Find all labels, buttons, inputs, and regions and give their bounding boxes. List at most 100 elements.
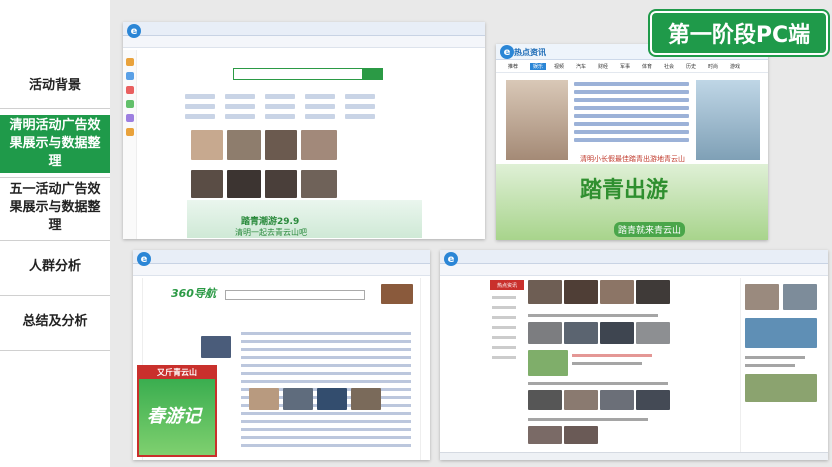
app-icon bbox=[126, 58, 134, 66]
screenshot-360-nav: e 360导航 又斤青云山 春游记 bbox=[133, 250, 430, 460]
ad-banner-title: 踏青潮游29.9 bbox=[241, 217, 300, 227]
ad-popup-title: 春游记 bbox=[147, 406, 201, 427]
sidebar-item-label: 活动背景 bbox=[28, 78, 81, 93]
divider bbox=[0, 177, 110, 178]
news-photo[interactable] bbox=[351, 388, 381, 410]
news-photo[interactable] bbox=[528, 390, 562, 410]
news-photo[interactable] bbox=[528, 280, 562, 304]
ad-text bbox=[572, 362, 642, 365]
sidebar-item-audience[interactable]: 人群分析 bbox=[0, 256, 110, 278]
browser-tabbar bbox=[133, 250, 430, 264]
news-photo[interactable] bbox=[564, 426, 598, 444]
news-photo[interactable] bbox=[249, 388, 279, 410]
news-photo[interactable] bbox=[745, 318, 817, 348]
nav-link[interactable] bbox=[492, 326, 516, 329]
tab-history[interactable]: 历史 bbox=[686, 63, 696, 70]
news-photo[interactable] bbox=[564, 390, 598, 410]
sidebar-item-wuyi[interactable]: 五一活动广告效果展示与数据整理 bbox=[0, 180, 110, 236]
nav-link[interactable] bbox=[492, 306, 516, 309]
app-icon bbox=[126, 128, 134, 136]
news-headline[interactable] bbox=[745, 364, 795, 367]
news-photo[interactable] bbox=[600, 280, 634, 304]
news-photo[interactable] bbox=[265, 170, 297, 198]
browser-tabbar bbox=[440, 250, 828, 264]
screenshot-browser-homepage: e 踏青潮游29.9 清明一起去青云山吧 bbox=[123, 22, 485, 239]
sidebar-item-background[interactable]: 活动背景 bbox=[0, 68, 110, 104]
nav-link[interactable] bbox=[492, 296, 516, 299]
search-input[interactable] bbox=[225, 290, 365, 300]
ad-headline[interactable] bbox=[572, 354, 652, 357]
news-photo[interactable] bbox=[506, 80, 568, 160]
screenshot-news-popup: e 热点资讯 推荐 娱乐 视频 汽车 财经 军事 体育 社会 历史 时尚 游戏 … bbox=[496, 44, 768, 240]
popup-tabs: 推荐 娱乐 视频 汽车 财经 军事 体育 社会 历史 时尚 游戏 bbox=[496, 61, 768, 73]
ad-thumbnail[interactable] bbox=[381, 284, 413, 304]
search-button[interactable] bbox=[363, 68, 383, 80]
ad-banner-caption: 清明小长假最佳踏青出游地青云山 bbox=[580, 155, 685, 163]
tab-finance[interactable]: 财经 bbox=[598, 63, 608, 70]
nav-link[interactable] bbox=[492, 356, 516, 359]
search-input[interactable] bbox=[233, 68, 363, 80]
sidebar-item-summary[interactable]: 总结及分析 bbox=[0, 311, 110, 333]
ad-banner-button[interactable]: 踏青就来青云山 bbox=[614, 222, 686, 237]
news-photo[interactable] bbox=[301, 130, 337, 160]
sidebar-item-label: 人群分析 bbox=[28, 259, 81, 274]
browser-toolbar bbox=[123, 36, 485, 48]
news-headline[interactable] bbox=[528, 418, 648, 421]
news-photo[interactable] bbox=[528, 426, 562, 444]
news-photo[interactable] bbox=[636, 280, 670, 304]
news-photo[interactable] bbox=[317, 388, 347, 410]
news-photo[interactable] bbox=[227, 170, 261, 198]
news-photo[interactable] bbox=[301, 170, 337, 198]
nav-link[interactable] bbox=[492, 346, 516, 349]
news-list bbox=[574, 82, 689, 146]
tab-auto[interactable]: 汽车 bbox=[576, 63, 586, 70]
news-photo[interactable] bbox=[745, 374, 817, 402]
news-photo[interactable] bbox=[636, 390, 670, 410]
news-photo[interactable] bbox=[191, 170, 223, 198]
news-photo[interactable] bbox=[636, 322, 670, 344]
browser-logo-icon: e bbox=[500, 45, 514, 59]
browser-toolbar bbox=[440, 264, 828, 276]
news-photo[interactable] bbox=[191, 130, 223, 160]
screenshot-news-page: e 热点资讯 bbox=[440, 250, 828, 460]
app-icon bbox=[126, 72, 134, 80]
news-headline[interactable] bbox=[528, 382, 668, 385]
tab-sports[interactable]: 体育 bbox=[642, 63, 652, 70]
browser-toolbar bbox=[133, 264, 430, 276]
news-headline[interactable] bbox=[528, 314, 658, 317]
popup-title: 热点资讯 bbox=[514, 48, 546, 57]
browser-logo-icon: e bbox=[127, 24, 141, 38]
ad-thumbnail[interactable] bbox=[528, 350, 568, 376]
left-strip bbox=[123, 50, 137, 239]
news-photo[interactable] bbox=[265, 130, 297, 160]
tab-fashion[interactable]: 时尚 bbox=[708, 63, 718, 70]
news-photo[interactable] bbox=[528, 322, 562, 344]
news-photo[interactable] bbox=[201, 336, 231, 358]
slide: 活动背景 清明活动广告效果展示与数据整理 五一活动广告效果展示与数据整理 人群分… bbox=[0, 0, 832, 467]
news-photo[interactable] bbox=[227, 130, 261, 160]
browser-logo-icon: e bbox=[137, 252, 151, 266]
tab-society[interactable]: 社会 bbox=[664, 63, 674, 70]
sidebar-item-qingming[interactable]: 清明活动广告效果展示与数据整理 bbox=[0, 115, 116, 173]
news-photo[interactable] bbox=[745, 284, 779, 310]
tab-military[interactable]: 军事 bbox=[620, 63, 630, 70]
news-photo[interactable] bbox=[783, 284, 817, 310]
tab-recommend[interactable]: 推荐 bbox=[508, 63, 518, 70]
nav-link[interactable] bbox=[492, 336, 516, 339]
news-photo[interactable] bbox=[564, 322, 598, 344]
sidebar-item-label: 总结及分析 bbox=[22, 314, 88, 329]
news-photo[interactable] bbox=[696, 80, 760, 160]
tab-game[interactable]: 游戏 bbox=[730, 63, 740, 70]
tab-entertainment[interactable]: 娱乐 bbox=[530, 63, 547, 70]
news-headline[interactable] bbox=[745, 356, 805, 359]
ad-banner-subtitle: 清明一起去青云山吧 bbox=[235, 228, 307, 237]
right-sidebar bbox=[740, 278, 820, 458]
news-photo[interactable] bbox=[600, 322, 634, 344]
ad-banner-title: 踏青出游 bbox=[580, 178, 669, 203]
nav-link[interactable] bbox=[492, 316, 516, 319]
tab-video[interactable]: 视频 bbox=[554, 63, 564, 70]
app-icon bbox=[126, 100, 134, 108]
news-photo[interactable] bbox=[564, 280, 598, 304]
news-photo[interactable] bbox=[600, 390, 634, 410]
news-photo[interactable] bbox=[283, 388, 313, 410]
